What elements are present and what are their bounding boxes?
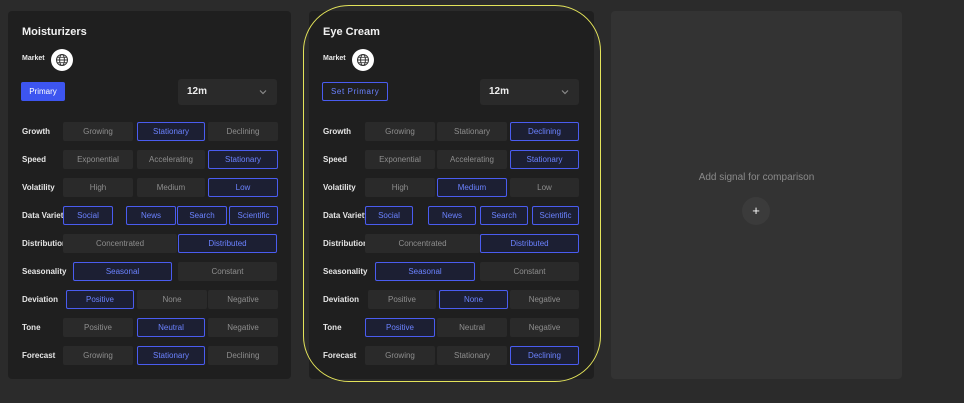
row-label-volatility: Volatility [323, 183, 356, 192]
option-exponential-button[interactable]: Exponential [365, 150, 435, 169]
option-stationary-button[interactable]: Stationary [437, 122, 507, 141]
row-label-speed: Speed [22, 155, 47, 164]
row-label-seasonality: Seasonality [22, 267, 67, 276]
option-growing-button[interactable]: Growing [63, 346, 133, 365]
signal-card-moisturizers: Moisturizers Market Primary 12m Growth Gr… [8, 11, 291, 379]
row-label-deviation: Deviation [323, 295, 360, 304]
option-stationary-button[interactable]: Stationary [437, 346, 507, 365]
option-low-button[interactable]: Low [510, 178, 579, 197]
option-negative-button[interactable]: Negative [510, 290, 579, 309]
option-neutral-button[interactable]: Neutral [437, 318, 507, 337]
option-stationary-button[interactable]: Stationary [208, 150, 278, 169]
set-primary-button[interactable]: Set Primary [322, 82, 389, 101]
option-distributed-button[interactable]: Distributed [480, 234, 579, 253]
option-negative-button[interactable]: Negative [510, 318, 579, 337]
option-positive-button[interactable]: Positive [63, 318, 133, 337]
option-distributed-button[interactable]: Distributed [178, 234, 277, 253]
card-title: Moisturizers [22, 26, 87, 38]
option-constant-button[interactable]: Constant [178, 262, 277, 281]
option-scientific-button[interactable]: Scientific [229, 206, 278, 225]
option-high-button[interactable]: High [63, 178, 133, 197]
option-growing-button[interactable]: Growing [365, 346, 435, 365]
row-label-data-variety: Data Variety [22, 211, 68, 220]
row-label-data-variety: Data Variety [323, 211, 369, 220]
row-label-tone: Tone [323, 323, 342, 332]
option-exponential-button[interactable]: Exponential [63, 150, 133, 169]
option-concentrated-button[interactable]: Concentrated [365, 234, 480, 253]
primary-button[interactable]: Primary [21, 82, 65, 101]
option-medium-button[interactable]: Medium [437, 178, 507, 197]
row-label-growth: Growth [323, 127, 351, 136]
option-social-button[interactable]: Social [365, 206, 413, 225]
option-declining-button[interactable]: Declining [510, 346, 579, 365]
row-label-seasonality: Seasonality [323, 267, 368, 276]
period-value: 12m [187, 86, 208, 97]
option-declining-button[interactable]: Declining [510, 122, 579, 141]
option-growing-button[interactable]: Growing [63, 122, 133, 141]
market-globe-button[interactable] [51, 49, 73, 71]
option-stationary-button[interactable]: Stationary [510, 150, 579, 169]
option-scientific-button[interactable]: Scientific [532, 206, 579, 225]
globe-icon [56, 54, 68, 66]
option-declining-button[interactable]: Declining [208, 122, 278, 141]
option-none-button[interactable]: None [137, 290, 207, 309]
period-select[interactable]: 12m [178, 79, 277, 105]
add-signal-button[interactable]: + [742, 197, 770, 225]
option-social-button[interactable]: Social [63, 206, 113, 225]
row-label-speed: Speed [323, 155, 348, 164]
row-label-growth: Growth [22, 127, 50, 136]
option-medium-button[interactable]: Medium [137, 178, 205, 197]
chevron-down-icon [259, 90, 267, 95]
globe-icon [357, 54, 369, 66]
option-negative-button[interactable]: Negative [208, 290, 278, 309]
signal-card-eye-cream: Eye Cream Market Set Primary 12m Growth G… [309, 11, 594, 379]
option-accelerating-button[interactable]: Accelerating [437, 150, 507, 169]
market-globe-button[interactable] [352, 49, 374, 71]
row-label-distribution: Distribution [323, 239, 368, 248]
option-accelerating-button[interactable]: Accelerating [137, 150, 205, 169]
option-stationary-button[interactable]: Stationary [137, 346, 205, 365]
row-label-forecast: Forecast [323, 351, 357, 360]
option-positive-button[interactable]: Positive [365, 318, 435, 337]
option-neutral-button[interactable]: Neutral [137, 318, 205, 337]
row-label-deviation: Deviation [22, 295, 59, 304]
option-positive-button[interactable]: Positive [368, 290, 436, 309]
option-positive-button[interactable]: Positive [66, 290, 134, 309]
row-label-volatility: Volatility [22, 183, 55, 192]
option-concentrated-button[interactable]: Concentrated [63, 234, 177, 253]
market-label: Market [22, 55, 45, 62]
period-select[interactable]: 12m [480, 79, 579, 105]
option-news-button[interactable]: News [428, 206, 476, 225]
row-label-tone: Tone [22, 323, 41, 332]
option-seasonal-button[interactable]: Seasonal [73, 262, 172, 281]
market-label: Market [323, 55, 346, 62]
comparison-slot: Add signal for comparison + [611, 11, 902, 379]
card-title: Eye Cream [323, 26, 380, 38]
option-high-button[interactable]: High [365, 178, 435, 197]
option-stationary-button[interactable]: Stationary [137, 122, 205, 141]
option-search-button[interactable]: Search [177, 206, 227, 225]
period-value: 12m [489, 86, 510, 97]
option-constant-button[interactable]: Constant [480, 262, 579, 281]
option-news-button[interactable]: News [126, 206, 176, 225]
chevron-down-icon [561, 90, 569, 95]
row-label-forecast: Forecast [22, 351, 56, 360]
row-label-distribution: Distribution [22, 239, 67, 248]
option-seasonal-button[interactable]: Seasonal [375, 262, 475, 281]
option-negative-button[interactable]: Negative [208, 318, 278, 337]
option-declining-button[interactable]: Declining [208, 346, 278, 365]
option-search-button[interactable]: Search [480, 206, 528, 225]
add-signal-text: Add signal for comparison [698, 172, 815, 183]
option-none-button[interactable]: None [439, 290, 508, 309]
option-low-button[interactable]: Low [208, 178, 278, 197]
option-growing-button[interactable]: Growing [365, 122, 435, 141]
